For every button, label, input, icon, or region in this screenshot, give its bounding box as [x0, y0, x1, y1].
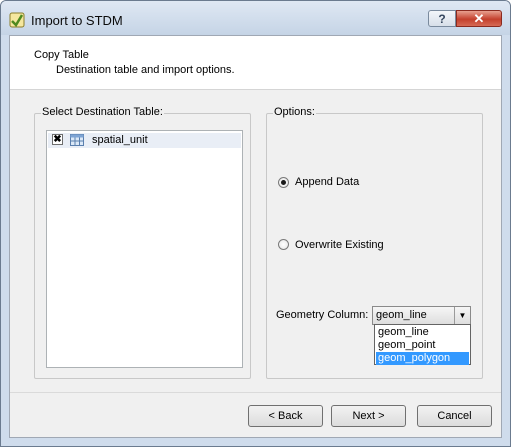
destination-table-legend: Select Destination Table: — [41, 106, 164, 118]
window-title: Import to STDM — [31, 13, 123, 28]
destination-table-list[interactable]: ✖ spatial_unit — [46, 130, 243, 368]
help-button[interactable]: ? — [428, 10, 456, 27]
wizard-header: Copy Table Destination table and import … — [10, 36, 501, 90]
geometry-column-dropdown[interactable]: geom_line geom_point geom_polygon — [374, 324, 471, 365]
button-separator — [10, 392, 501, 393]
list-item-label: spatial_unit — [92, 134, 148, 146]
append-data-radio[interactable] — [278, 177, 289, 188]
overwrite-existing-radio[interactable] — [278, 239, 289, 250]
qgis-app-icon — [9, 12, 25, 28]
close-button[interactable]: ✕ — [456, 10, 502, 27]
append-data-label[interactable]: Append Data — [295, 176, 359, 188]
geometry-column-select[interactable]: geom_line ▼ — [372, 306, 471, 325]
next-button[interactable]: Next > — [331, 405, 406, 427]
dropdown-arrow-icon[interactable]: ▼ — [454, 307, 470, 324]
item-checkbox[interactable]: ✖ — [52, 134, 63, 145]
geometry-column-value: geom_line — [376, 309, 427, 321]
overwrite-existing-label[interactable]: Overwrite Existing — [295, 239, 384, 251]
page-subtitle: Destination table and import options. — [56, 64, 235, 76]
dialog-client-area: Copy Table Destination table and import … — [9, 35, 502, 438]
title-bar[interactable]: Import to STDM ? ✕ — [1, 1, 510, 35]
dropdown-option-selected[interactable]: geom_polygon — [376, 352, 469, 365]
dropdown-option[interactable]: geom_point — [376, 339, 469, 352]
table-icon — [70, 134, 84, 146]
back-button[interactable]: < Back — [248, 405, 323, 427]
import-dialog-window: Import to STDM ? ✕ Copy Table Destinatio… — [0, 0, 511, 447]
options-legend: Options: — [273, 106, 316, 118]
geometry-column-label: Geometry Column: — [276, 309, 369, 321]
dropdown-option[interactable]: geom_line — [376, 326, 469, 339]
list-item[interactable]: ✖ spatial_unit — [48, 133, 241, 148]
cancel-button[interactable]: Cancel — [417, 405, 492, 427]
page-title: Copy Table — [34, 49, 89, 61]
